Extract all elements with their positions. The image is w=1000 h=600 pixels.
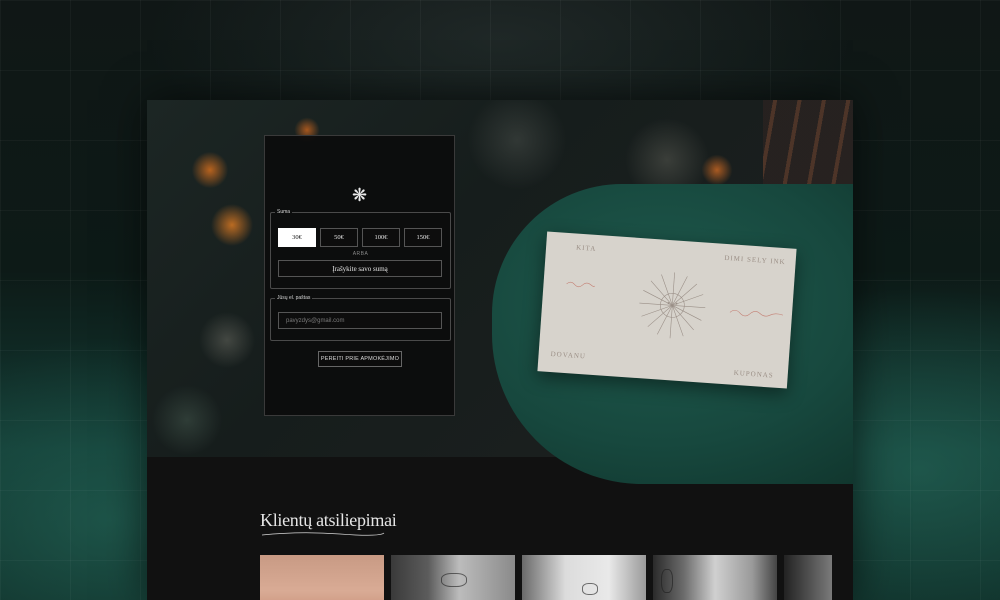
review-photo[interactable] bbox=[522, 555, 646, 600]
email-fieldset: Jūsų el. paštas pavyzdys@gmail.com bbox=[270, 295, 451, 341]
voucher-text-top-left: KITA bbox=[575, 243, 597, 253]
amount-option-100[interactable]: 100€ bbox=[362, 228, 400, 247]
review-photo[interactable] bbox=[260, 555, 384, 600]
voucher-text-bottom-left: DOVANU bbox=[550, 350, 587, 361]
custom-amount-input[interactable]: Įrašykite savo sumą bbox=[278, 260, 442, 277]
amount-legend: Suma bbox=[277, 209, 291, 215]
gift-voucher-form: ❋ Suma 30€ 50€ 100€ 150€ ARBA Įrašykite … bbox=[264, 135, 455, 416]
page-card: KITA DIMI SELY INK DOVANU KUPONAS ❋ Suma… bbox=[147, 100, 853, 600]
proceed-to-payment-button[interactable]: PEREITI PRIE APMOKĖJIMO bbox=[318, 351, 402, 367]
logo-asterisk-icon: ❋ bbox=[351, 185, 368, 205]
handwriting-left-icon bbox=[566, 281, 595, 288]
hero-image: KITA DIMI SELY INK DOVANU KUPONAS ❋ Suma… bbox=[147, 100, 853, 484]
review-photo[interactable] bbox=[653, 555, 777, 600]
title-underline-icon bbox=[261, 532, 385, 536]
review-thumbnails bbox=[260, 555, 832, 600]
amount-option-50[interactable]: 50€ bbox=[320, 228, 358, 247]
handwriting-right-icon bbox=[729, 309, 784, 317]
tattoo-sketch-icon bbox=[661, 569, 673, 593]
sun-illustration-icon bbox=[639, 272, 706, 339]
voucher-text-top-right: DIMI SELY INK bbox=[724, 253, 786, 267]
reviews-title: Klientų atsiliepimai bbox=[260, 510, 397, 530]
amount-options: 30€ 50€ 100€ 150€ bbox=[278, 228, 442, 247]
amount-option-150[interactable]: 150€ bbox=[404, 228, 442, 247]
email-legend: Jūsų el. paštas bbox=[277, 295, 311, 301]
tattoo-sketch-icon bbox=[441, 573, 467, 587]
amount-fieldset: Suma 30€ 50€ 100€ 150€ ARBA Įrašykite sa… bbox=[270, 209, 451, 289]
voucher-text-bottom-right: KUPONAS bbox=[733, 368, 774, 380]
amount-option-30[interactable]: 30€ bbox=[278, 228, 316, 247]
voucher-card-photo: KITA DIMI SELY INK DOVANU KUPONAS bbox=[537, 231, 797, 389]
review-photo[interactable] bbox=[391, 555, 515, 600]
or-divider-text: ARBA bbox=[352, 251, 369, 257]
tattoo-sketch-icon bbox=[582, 583, 598, 595]
review-photo[interactable] bbox=[784, 555, 832, 600]
email-input[interactable]: pavyzdys@gmail.com bbox=[278, 312, 442, 329]
